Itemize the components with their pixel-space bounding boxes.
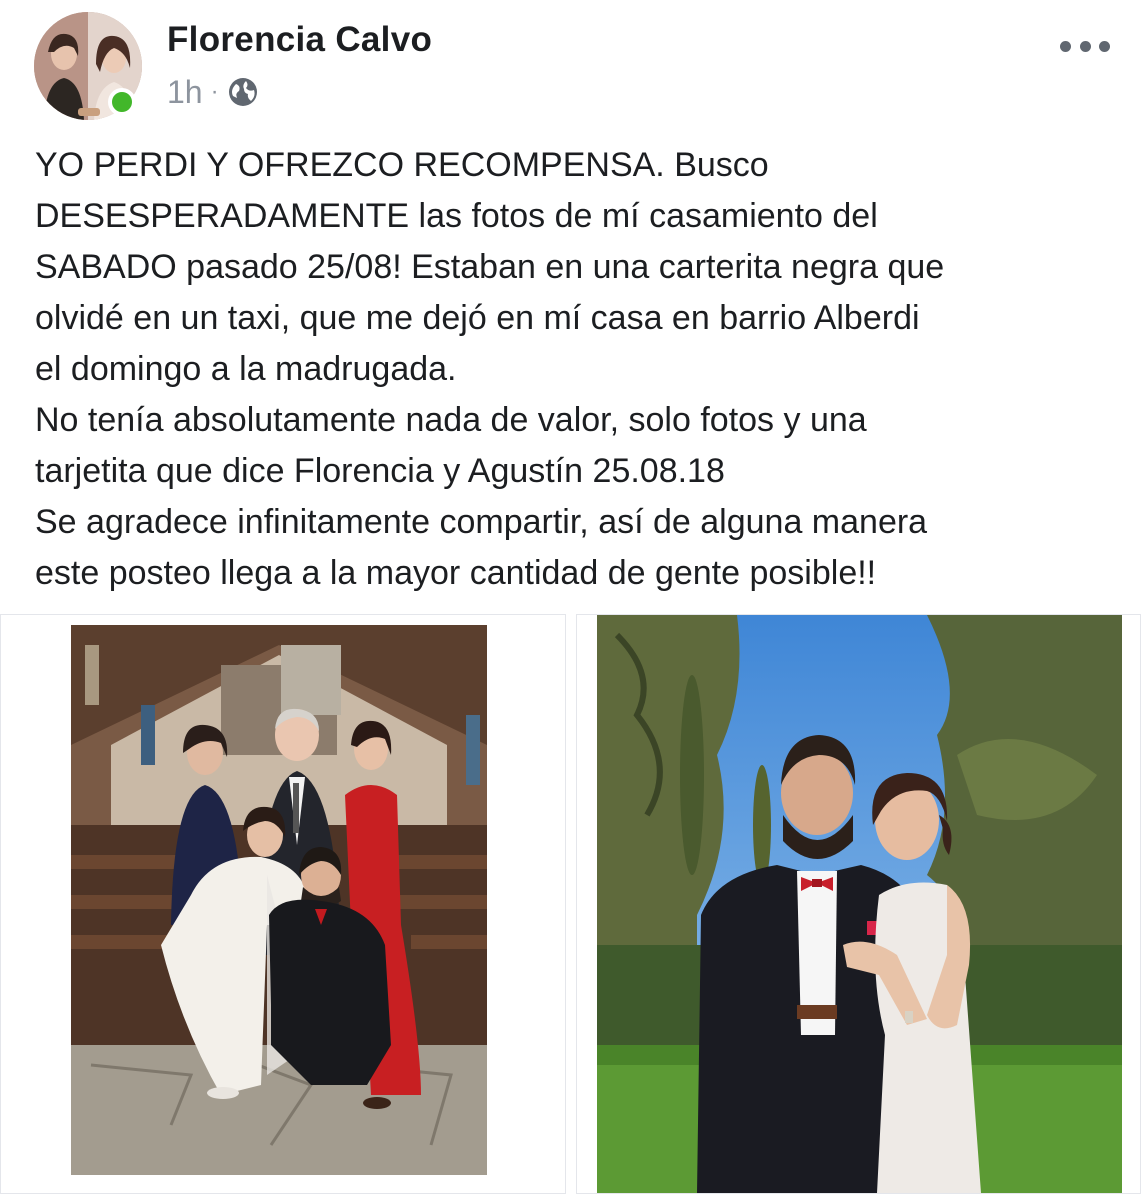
post-text: YO PERDI Y OFREZCO RECOMPENSA. Busco DES…: [35, 140, 1115, 599]
post-text-line: tarjetita que dice Florencia y Agustín 2…: [35, 452, 725, 490]
post-text-line: este posteo llega a la mayor cantidad de…: [35, 554, 877, 592]
church-group-photo[interactable]: [71, 625, 487, 1175]
photo-tile-left[interactable]: [0, 614, 566, 1194]
more-options-icon[interactable]: [1060, 34, 1110, 58]
post-text-line: Se agradece infinitamente compartir, así…: [35, 503, 928, 541]
post-text-line: No tenía absolutamente nada de valor, so…: [35, 401, 867, 439]
post-text-line: DESESPERADAMENTE las fotos de mí casamie…: [35, 197, 878, 235]
author-name[interactable]: Florencia Calvo: [167, 20, 432, 60]
post-meta: 1h ·: [167, 72, 259, 112]
post-text-line: el domingo a la madrugada.: [35, 350, 457, 388]
facebook-post: Florencia Calvo 1h · YO PERDI Y OFREZCO …: [0, 0, 1141, 1200]
photo-tile-right[interactable]: [576, 614, 1141, 1194]
post-text-line: olvidé en un taxi, que me dejó en mí cas…: [35, 299, 920, 337]
post-text-line: YO PERDI Y OFREZCO RECOMPENSA. Busco: [35, 146, 769, 184]
globe-icon[interactable]: [227, 76, 259, 108]
online-status-dot: [108, 88, 136, 116]
post-text-line: SABADO pasado 25/08! Estaban en una cart…: [35, 248, 945, 286]
couple-outdoor-photo[interactable]: [597, 615, 1122, 1193]
post-time[interactable]: 1h: [167, 74, 203, 111]
meta-separator: ·: [210, 78, 219, 105]
